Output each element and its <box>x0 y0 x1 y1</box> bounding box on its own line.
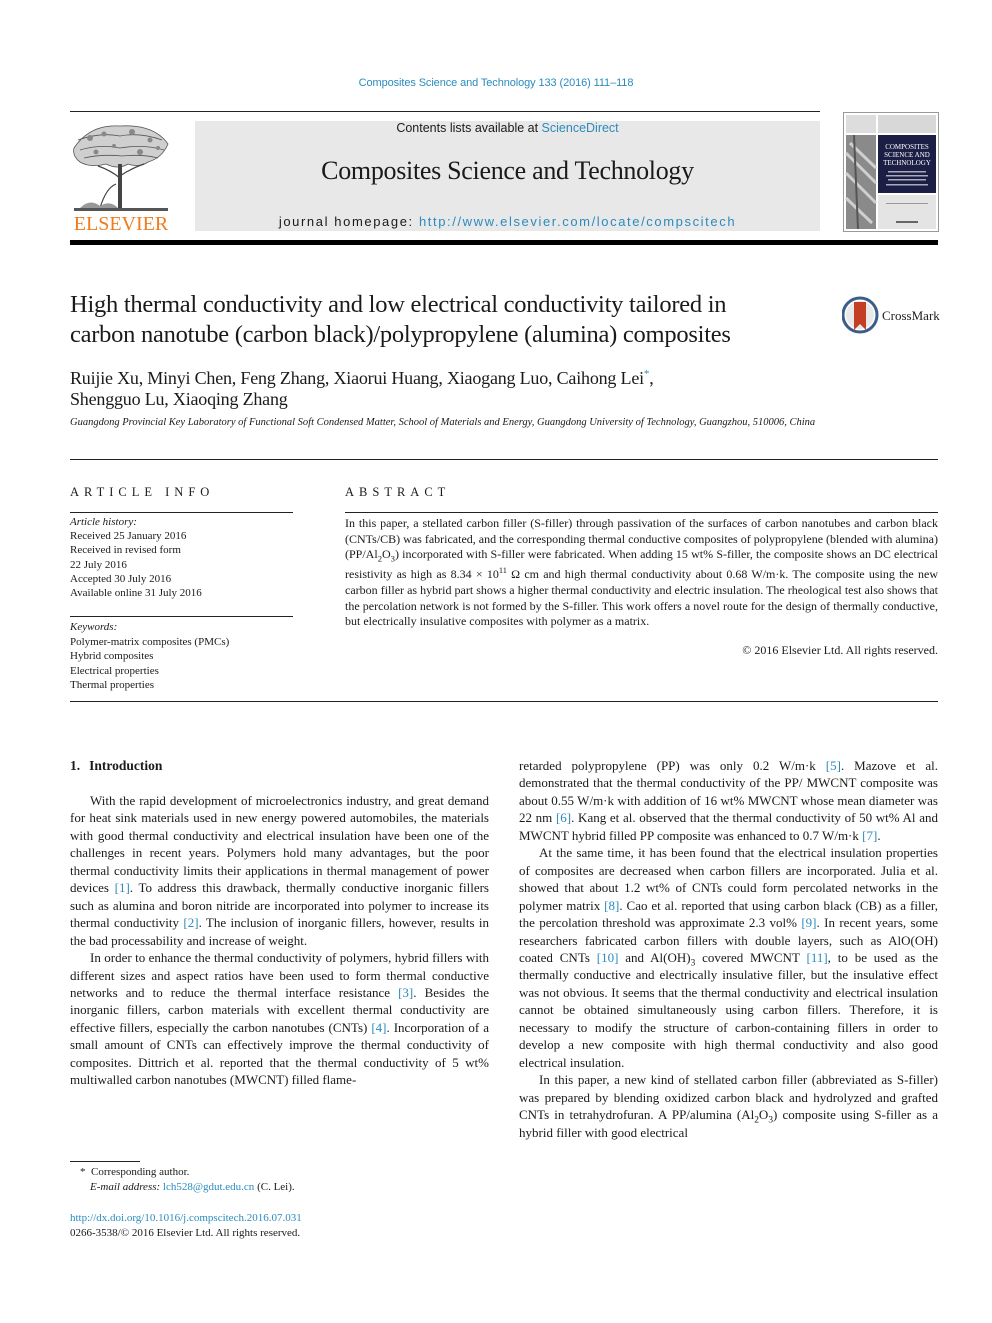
keywords-heading: Keywords: <box>70 621 118 633</box>
authors-line-1: Ruijie Xu, Minyi Chen, Feng Zhang, Xiaor… <box>70 364 830 389</box>
contents-prefix: Contents lists available at <box>396 121 542 135</box>
article-title-line-1: High thermal conductivity and low electr… <box>70 291 727 318</box>
divider <box>70 701 938 702</box>
journal-cover-thumbnail[interactable]: COMPOSITES SCIENCE AND TECHNOLOGY <box>843 112 939 232</box>
homepage-line: journal homepage: http://www.elsevier.co… <box>195 214 820 229</box>
paragraph: With the rapid development of microelect… <box>70 792 489 949</box>
text: O <box>758 1107 769 1123</box>
text: covered MWCNT <box>695 949 807 965</box>
masthead-thick-rule <box>70 240 938 245</box>
history-item: Accepted 30 July 2016 <box>70 572 172 585</box>
superscript: 11 <box>498 566 507 576</box>
crossmark-button[interactable]: CrossMark <box>841 296 942 336</box>
paragraph: In order to enhance the thermal conducti… <box>70 949 489 1089</box>
journal-cover-image: COMPOSITES SCIENCE AND TECHNOLOGY <box>844 113 938 231</box>
citation-link[interactable]: [5] <box>826 758 841 773</box>
abstract-heading: ABSTRACT <box>345 485 451 499</box>
citation-link[interactable]: [2] <box>183 915 198 930</box>
citation-link[interactable]: [10] <box>597 950 619 965</box>
citation-link[interactable]: [7] <box>862 828 877 843</box>
text: . <box>877 827 881 843</box>
email-suffix: (C. Lei). <box>254 1181 295 1193</box>
contents-line: Contents lists available at ScienceDirec… <box>195 121 820 135</box>
elsevier-logo[interactable]: ELSEVIER <box>70 118 172 235</box>
svg-text:SCIENCE AND: SCIENCE AND <box>884 151 930 159</box>
footnote: * Corresponding author. E-mail address: … <box>70 1165 490 1195</box>
article-history-heading: Article history: <box>70 516 137 528</box>
author-list: Ruijie Xu, Minyi Chen, Feng Zhang, Xiaor… <box>70 364 830 410</box>
history-item: Received in revised form <box>70 544 181 557</box>
corresponding-author-note: * Corresponding author. <box>70 1165 490 1180</box>
svg-text:COMPOSITES: COMPOSITES <box>885 143 929 151</box>
paragraph: In this paper, a new kind of stellated c… <box>519 1071 938 1141</box>
article-title-line-2: carbon nanotube (carbon black)/polypropy… <box>70 321 731 348</box>
email-note: E-mail address: lch528@gdut.edu.cn (C. L… <box>70 1180 490 1195</box>
citation-link[interactable]: [4] <box>371 1020 386 1035</box>
divider <box>70 616 293 617</box>
top-rule <box>70 111 820 112</box>
history-item: 22 July 2016 <box>70 558 127 571</box>
divider <box>345 512 938 513</box>
footnote-marker: * <box>80 1166 86 1178</box>
issn-copyright: 0266-3538/© 2016 Elsevier Ltd. All right… <box>70 1227 301 1239</box>
email-label: E-mail address: <box>90 1181 161 1193</box>
section-number: 1. <box>70 758 81 773</box>
journal-title: Composites Science and Technology <box>321 156 694 185</box>
section-title: Introduction <box>89 758 163 773</box>
sciencedirect-link[interactable]: ScienceDirect <box>542 121 619 135</box>
doi-link[interactable]: http://dx.doi.org/10.1016/j.compscitech.… <box>70 1212 302 1224</box>
authors-comma: , <box>649 368 654 388</box>
history-item: Received 25 January 2016 <box>70 530 187 543</box>
history-item: Available online 31 July 2016 <box>70 587 202 600</box>
footnote-text: Corresponding author. <box>91 1166 190 1178</box>
keyword-item: Hybrid composites <box>70 650 154 663</box>
section-heading-introduction: 1. Introduction <box>70 758 162 774</box>
citation-link[interactable]: [6] <box>556 810 571 825</box>
text: retarded polypropylene (PP) was only 0.2… <box>519 758 826 773</box>
abstract-copyright: © 2016 Elsevier Ltd. All rights reserved… <box>742 643 938 657</box>
body-column-left: With the rapid development of microelect… <box>70 792 489 1089</box>
svg-text:CrossMark: CrossMark <box>882 308 940 323</box>
keyword-item: Polymer-matrix composites (PMCs) <box>70 635 230 648</box>
affiliation: Guangdong Provincial Key Laboratory of F… <box>70 417 816 428</box>
abstract-segment: O <box>382 547 391 562</box>
svg-text:ELSEVIER: ELSEVIER <box>74 213 169 233</box>
citation-link[interactable]: [8] <box>604 898 619 913</box>
article-history: Article history: Received 25 January 201… <box>70 515 293 600</box>
authors-names-1: Ruijie Xu, Minyi Chen, Feng Zhang, Xiaor… <box>70 368 644 388</box>
journal-homepage-link[interactable]: http://www.elsevier.com/locate/compscite… <box>419 214 736 229</box>
doi-block: http://dx.doi.org/10.1016/j.compscitech.… <box>70 1211 490 1241</box>
keywords: Keywords: Polymer-matrix composites (PMC… <box>70 620 293 693</box>
citation-link[interactable]: [1] <box>115 880 130 895</box>
elsevier-tree-icon: ELSEVIER <box>70 118 172 235</box>
text: and Al(OH) <box>618 949 691 965</box>
paragraph: retarded polypropylene (PP) was only 0.2… <box>519 757 938 844</box>
citation-link[interactable]: [3] <box>398 985 413 1000</box>
divider <box>70 512 293 513</box>
keyword-item: Electrical properties <box>70 664 159 677</box>
citation-link[interactable]: [9] <box>801 915 816 930</box>
svg-text:TECHNOLOGY: TECHNOLOGY <box>883 159 931 167</box>
footnote-rule <box>70 1161 140 1162</box>
crossmark-icon: CrossMark <box>841 296 940 334</box>
paragraph: At the same time, it has been found that… <box>519 844 938 1071</box>
authors-line-2: Shengguo Lu, Xiaoqing Zhang <box>70 389 288 409</box>
citation-link[interactable]: [11] <box>806 950 827 965</box>
email-link[interactable]: lch528@gdut.edu.cn <box>163 1181 254 1193</box>
article-info-heading: ARTICLE INFO <box>70 485 215 499</box>
text: , to be used as the thermally conductive… <box>519 949 939 1070</box>
keyword-item: Thermal properties <box>70 679 154 692</box>
homepage-label: journal homepage: <box>278 214 419 229</box>
article-title: High thermal conductivity and low electr… <box>70 290 830 350</box>
divider <box>70 459 938 460</box>
abstract-text: In this paper, a stellated carbon filler… <box>345 516 938 630</box>
running-head[interactable]: Composites Science and Technology 133 (2… <box>0 77 992 89</box>
body-column-right: retarded polypropylene (PP) was only 0.2… <box>519 757 938 1141</box>
